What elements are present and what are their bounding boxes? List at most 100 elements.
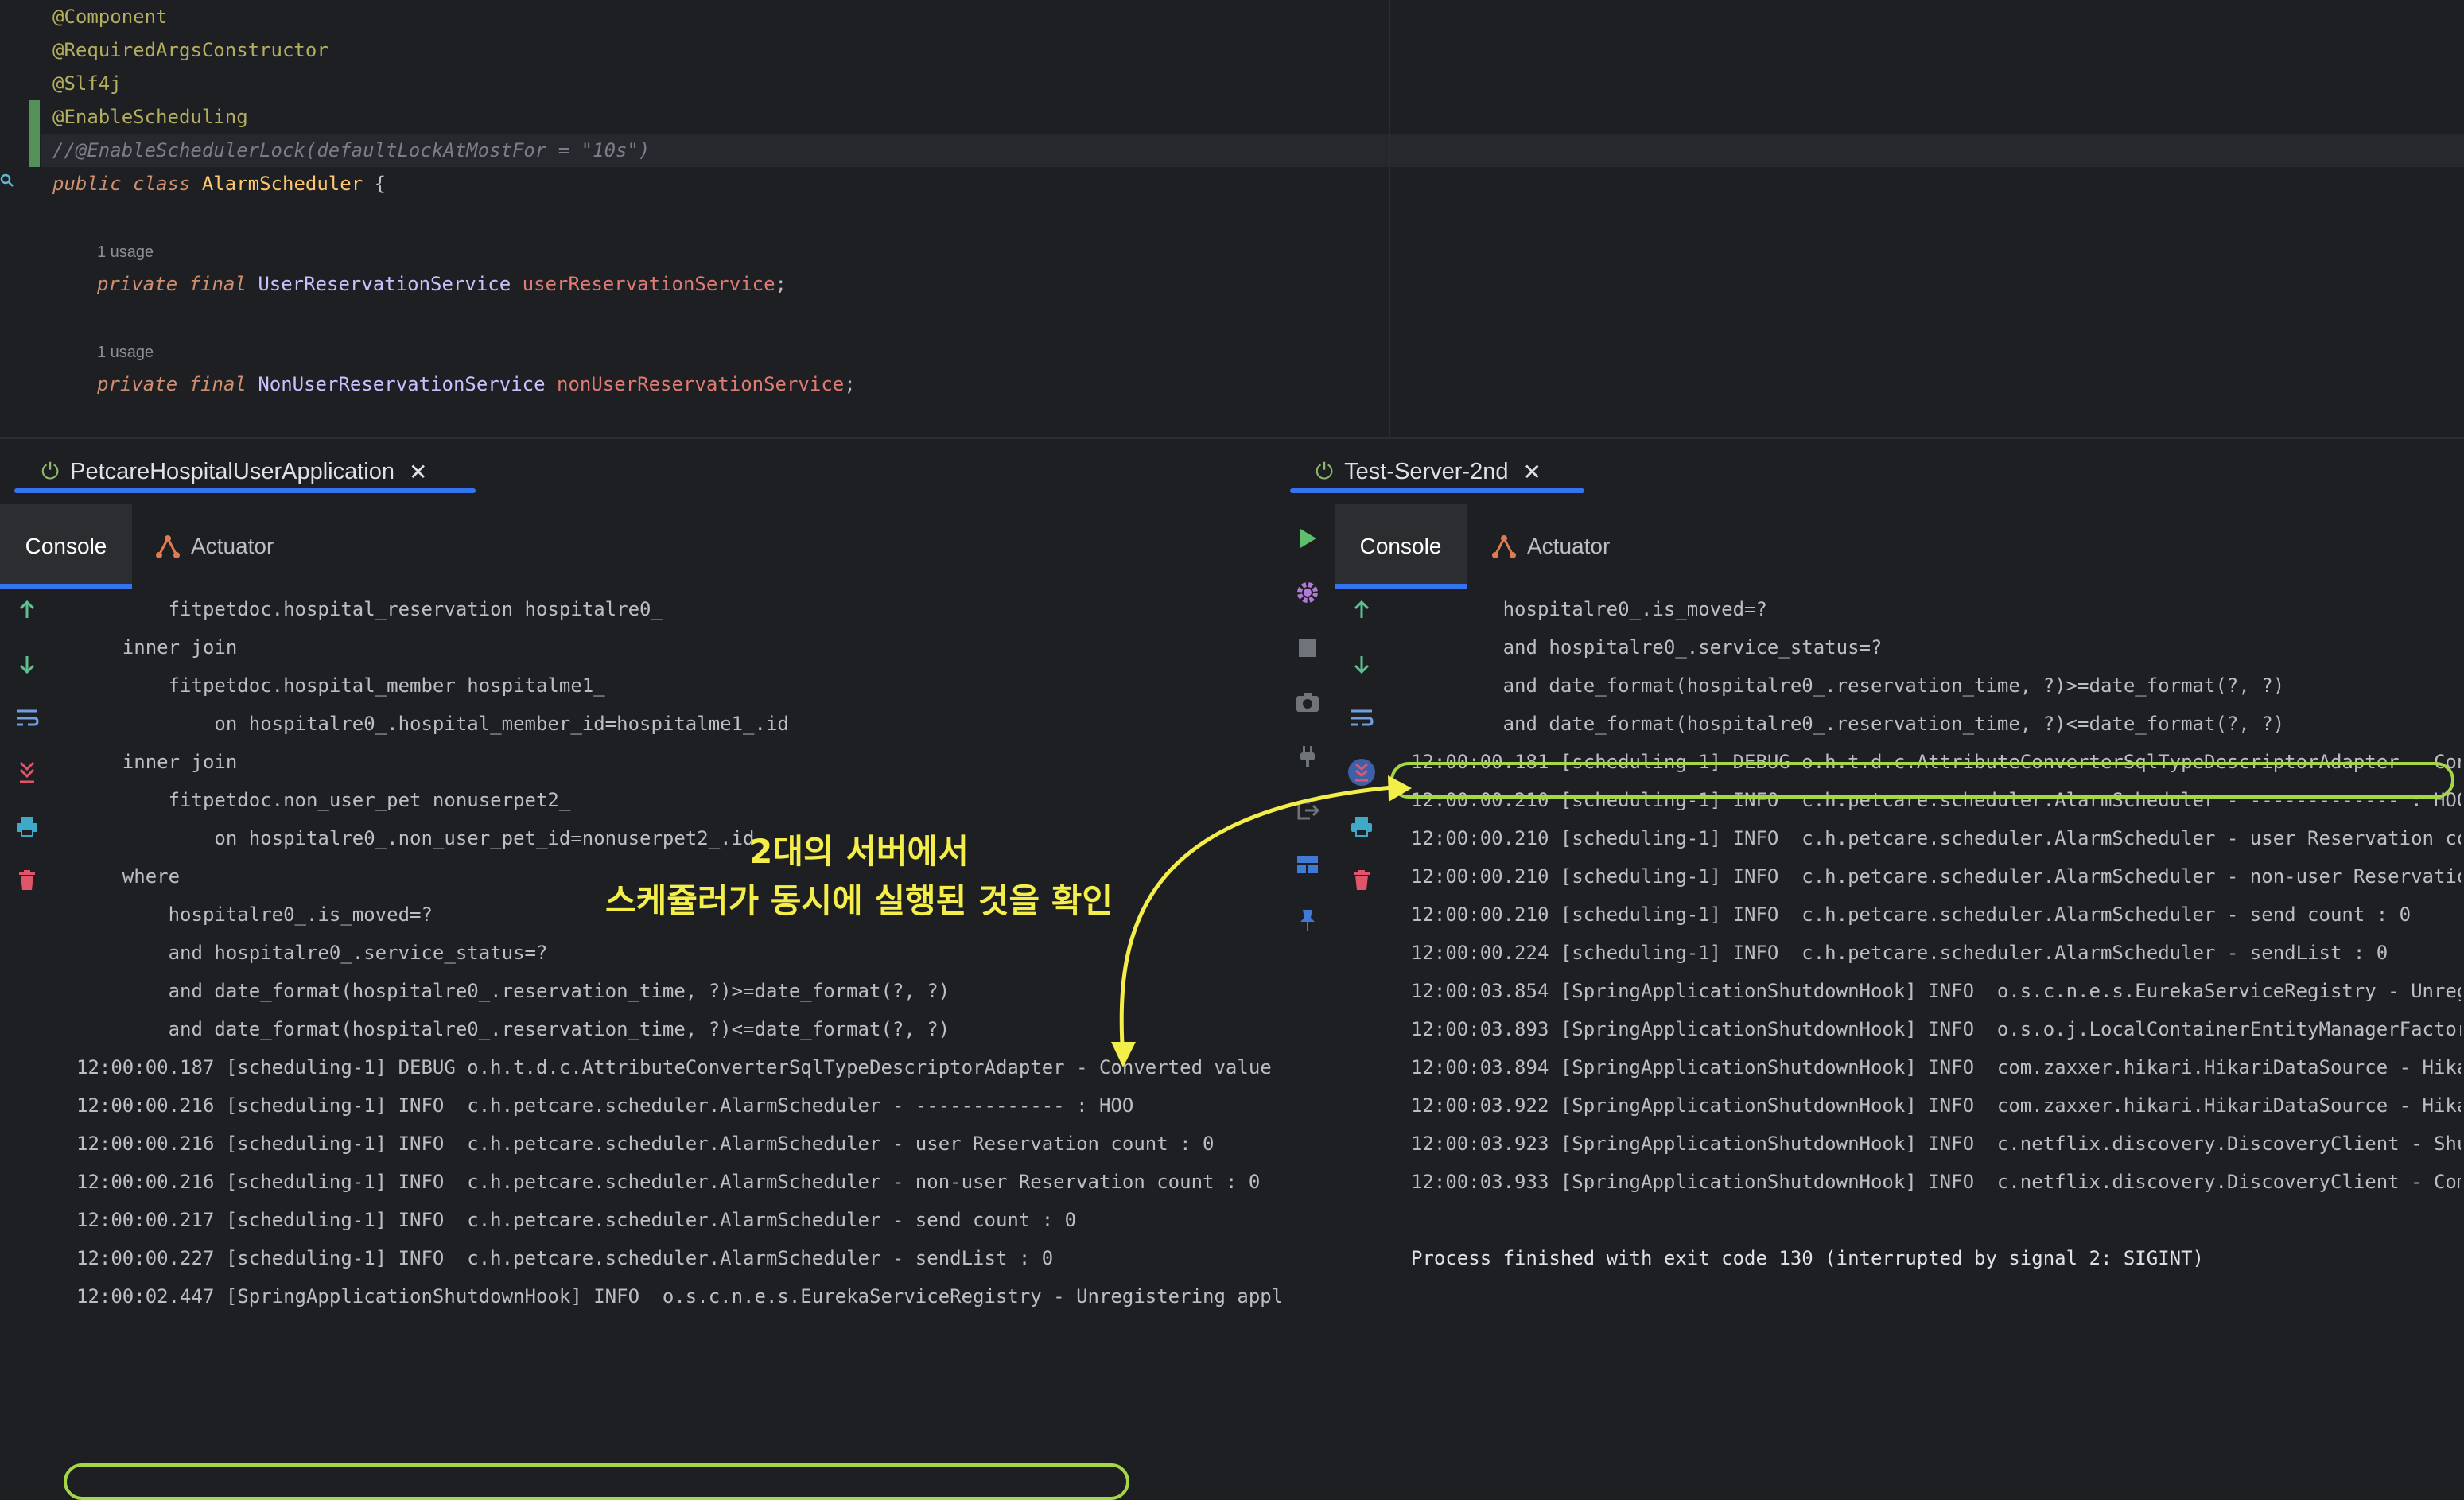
run-tab-indicator — [1290, 488, 1584, 493]
annotation-required-args: @RequiredArgsConstructor — [52, 39, 328, 61]
annotation-text: 2대의 서버에서 스케쥴러가 동시에 실행된 것을 확인 — [557, 827, 1161, 926]
semicolon: ; — [775, 273, 787, 295]
console-toolbar: Console Actuator — [1335, 504, 2464, 589]
console-log-line: 12:00:03.922 [SpringApplicationShutdownH… — [1411, 1094, 2461, 1117]
console-line: on hospitalre0_.hospital_member_id=hospi… — [76, 713, 789, 735]
rerun-icon[interactable] — [1281, 504, 1335, 573]
run-tab-test-server-2nd[interactable]: ⏻ Test-Server-2nd ✕ — [1316, 450, 1541, 493]
console-line: fitpetdoc.hospital_member hospitalme1_ — [76, 674, 605, 697]
code-editor[interactable]: @Component @RequiredArgsConstructor @Slf… — [0, 0, 2464, 437]
tab-actuator-label: Actuator — [1527, 534, 1611, 558]
console-toolbar: Console Actuator — [0, 504, 1281, 589]
power-icon: ⏻ — [41, 458, 60, 484]
usage-hint-2[interactable]: 1 usage — [97, 336, 154, 369]
console-line: and hospitalre0_.service_status=? — [1411, 636, 1883, 659]
field-name: userReservationService — [522, 273, 775, 295]
pin-icon[interactable] — [1281, 900, 1335, 940]
console-line: where — [76, 865, 181, 888]
run-tab-label: PetcareHospitalUserApplication — [70, 458, 394, 484]
console-log-line: 12:00:00.216 [scheduling-1] INFO c.h.pet… — [76, 1133, 1215, 1155]
console-output-right[interactable]: hospitalre0_.is_moved=? and hospitalre0_… — [1411, 590, 2461, 1306]
class-declaration: public class AlarmScheduler { — [52, 167, 386, 200]
console-log-line: 12:00:03.894 [SpringApplicationShutdownH… — [1411, 1056, 2461, 1078]
plug-icon[interactable] — [1281, 736, 1335, 776]
scroll-to-end-icon[interactable] — [1335, 752, 1389, 792]
kw-final: final — [188, 373, 247, 395]
scroll-up-icon[interactable] — [1335, 590, 1389, 630]
trash-icon[interactable] — [0, 861, 54, 900]
console-log-line: 12:00:03.893 [SpringApplicationShutdownH… — [1411, 1018, 2461, 1040]
scroll-down-icon[interactable] — [1335, 644, 1389, 684]
console-line: fitpetdoc.hospital_reservation hospitalr… — [76, 598, 663, 620]
tab-actuator[interactable]: Actuator — [154, 504, 274, 589]
field-name: nonUserReservationService — [557, 373, 845, 395]
console-line: hospitalre0_.is_moved=? — [1411, 598, 1767, 620]
annotation-line-1: 2대의 서버에서 — [749, 832, 969, 871]
console-line: inner join — [76, 636, 238, 659]
annotation-component: @Component — [52, 6, 168, 28]
console-line: and date_format(hospitalre0_.reservation… — [1411, 674, 2285, 697]
actuator-icon — [1492, 535, 1516, 558]
highlight-oval-right — [1390, 762, 2454, 799]
tab-actuator-label: Actuator — [191, 534, 274, 558]
tab-actuator[interactable]: Actuator — [1490, 504, 1610, 589]
annotation-enable-scheduling: @EnableScheduling — [52, 106, 248, 128]
console-log-line-highlighted: 12:00:00.216 [scheduling-1] INFO c.h.pet… — [76, 1094, 1134, 1117]
settings-gear-icon[interactable] — [1281, 573, 1335, 612]
console-line: inner join — [76, 751, 238, 773]
stop-icon[interactable] — [1281, 628, 1335, 668]
scroll-down-icon[interactable] — [0, 644, 54, 684]
console-log-line: 12:00:00.210 [scheduling-1] INFO c.h.pet… — [1411, 827, 2461, 849]
highlight-oval-left — [64, 1463, 1129, 1500]
kw-public: public — [52, 173, 122, 195]
console-log-line: 12:00:00.210 [scheduling-1] INFO c.h.pet… — [1411, 865, 2461, 888]
trash-icon[interactable] — [1335, 861, 1389, 900]
console-line: and date_format(hospitalre0_.reservation… — [76, 1018, 950, 1040]
exit-icon[interactable] — [1281, 791, 1335, 830]
bean-gutter-icon[interactable] — [0, 173, 14, 188]
console-line: and date_format(hospitalre0_.reservation… — [1411, 713, 2285, 735]
kw-private: private — [97, 373, 178, 395]
tab-console[interactable]: Console — [0, 504, 132, 589]
console-log-line: 12:00:00.216 [scheduling-1] INFO c.h.pet… — [76, 1171, 1261, 1193]
console-log-line: 12:00:00.227 [scheduling-1] INFO c.h.pet… — [76, 1247, 1054, 1269]
print-icon[interactable] — [1335, 806, 1389, 846]
run-tab-petcare[interactable]: ⏻ PetcareHospitalUserApplication ✕ — [41, 450, 427, 493]
console-line: hospitalre0_.is_moved=? — [76, 903, 433, 926]
power-icon: ⏻ — [1316, 458, 1334, 484]
console-log-line: 12:00:00.210 [scheduling-1] INFO c.h.pet… — [1411, 903, 2412, 926]
process-finished-message: Process finished with exit code 130 (int… — [1411, 1247, 2204, 1269]
console-line: and date_format(hospitalre0_.reservation… — [76, 980, 950, 1002]
layout-icon[interactable] — [1281, 845, 1335, 884]
usage-hint-1[interactable]: 1 usage — [97, 235, 154, 269]
console-log-line: 12:00:00.187 [scheduling-1] DEBUG o.h.t.… — [76, 1056, 1307, 1078]
close-icon[interactable]: ✕ — [1522, 459, 1541, 485]
console-log-line: 12:00:03.933 [SpringApplicationShutdownH… — [1411, 1171, 2461, 1193]
soft-wrap-icon[interactable] — [0, 698, 54, 738]
right-margin-guide — [1389, 0, 1390, 437]
field-type: NonUserReservationService — [258, 373, 546, 395]
vcs-change-marker[interactable] — [29, 100, 40, 167]
commented-scheduler-lock: //@EnableSchedulerLock(defaultLockAtMost… — [52, 139, 651, 161]
kw-class: class — [133, 173, 191, 195]
run-panel-right: ⏻ Test-Server-2nd ✕ Console Actuator hos… — [1281, 437, 2464, 1308]
actuator-icon — [156, 535, 180, 558]
run-tab-indicator — [14, 488, 476, 493]
camera-icon[interactable] — [1281, 682, 1335, 722]
semicolon: ; — [844, 373, 856, 395]
console-output-left[interactable]: fitpetdoc.hospital_reservation hospitalr… — [76, 590, 1318, 1308]
soft-wrap-icon[interactable] — [1335, 698, 1389, 738]
scroll-up-icon[interactable] — [0, 590, 54, 630]
console-log-line: 12:00:02.447 [SpringApplicationShutdownH… — [76, 1285, 1318, 1308]
console-line: and hospitalre0_.service_status=? — [76, 942, 548, 964]
annotation-slf4j: @Slf4j — [52, 72, 122, 95]
field-non-user-reservation-service: private final NonUserReservationService … — [97, 367, 856, 401]
console-log-line: 12:00:03.923 [SpringApplicationShutdownH… — [1411, 1133, 2461, 1155]
print-icon[interactable] — [0, 806, 54, 846]
tab-console[interactable]: Console — [1335, 504, 1467, 589]
console-line: fitpetdoc.non_user_pet nonuserpet2_ — [76, 789, 571, 811]
close-icon[interactable]: ✕ — [409, 459, 427, 485]
class-name: AlarmScheduler — [201, 173, 363, 195]
annotation-line-2: 스케쥴러가 동시에 실행된 것을 확인 — [604, 881, 1113, 920]
scroll-to-end-icon[interactable] — [0, 752, 54, 792]
